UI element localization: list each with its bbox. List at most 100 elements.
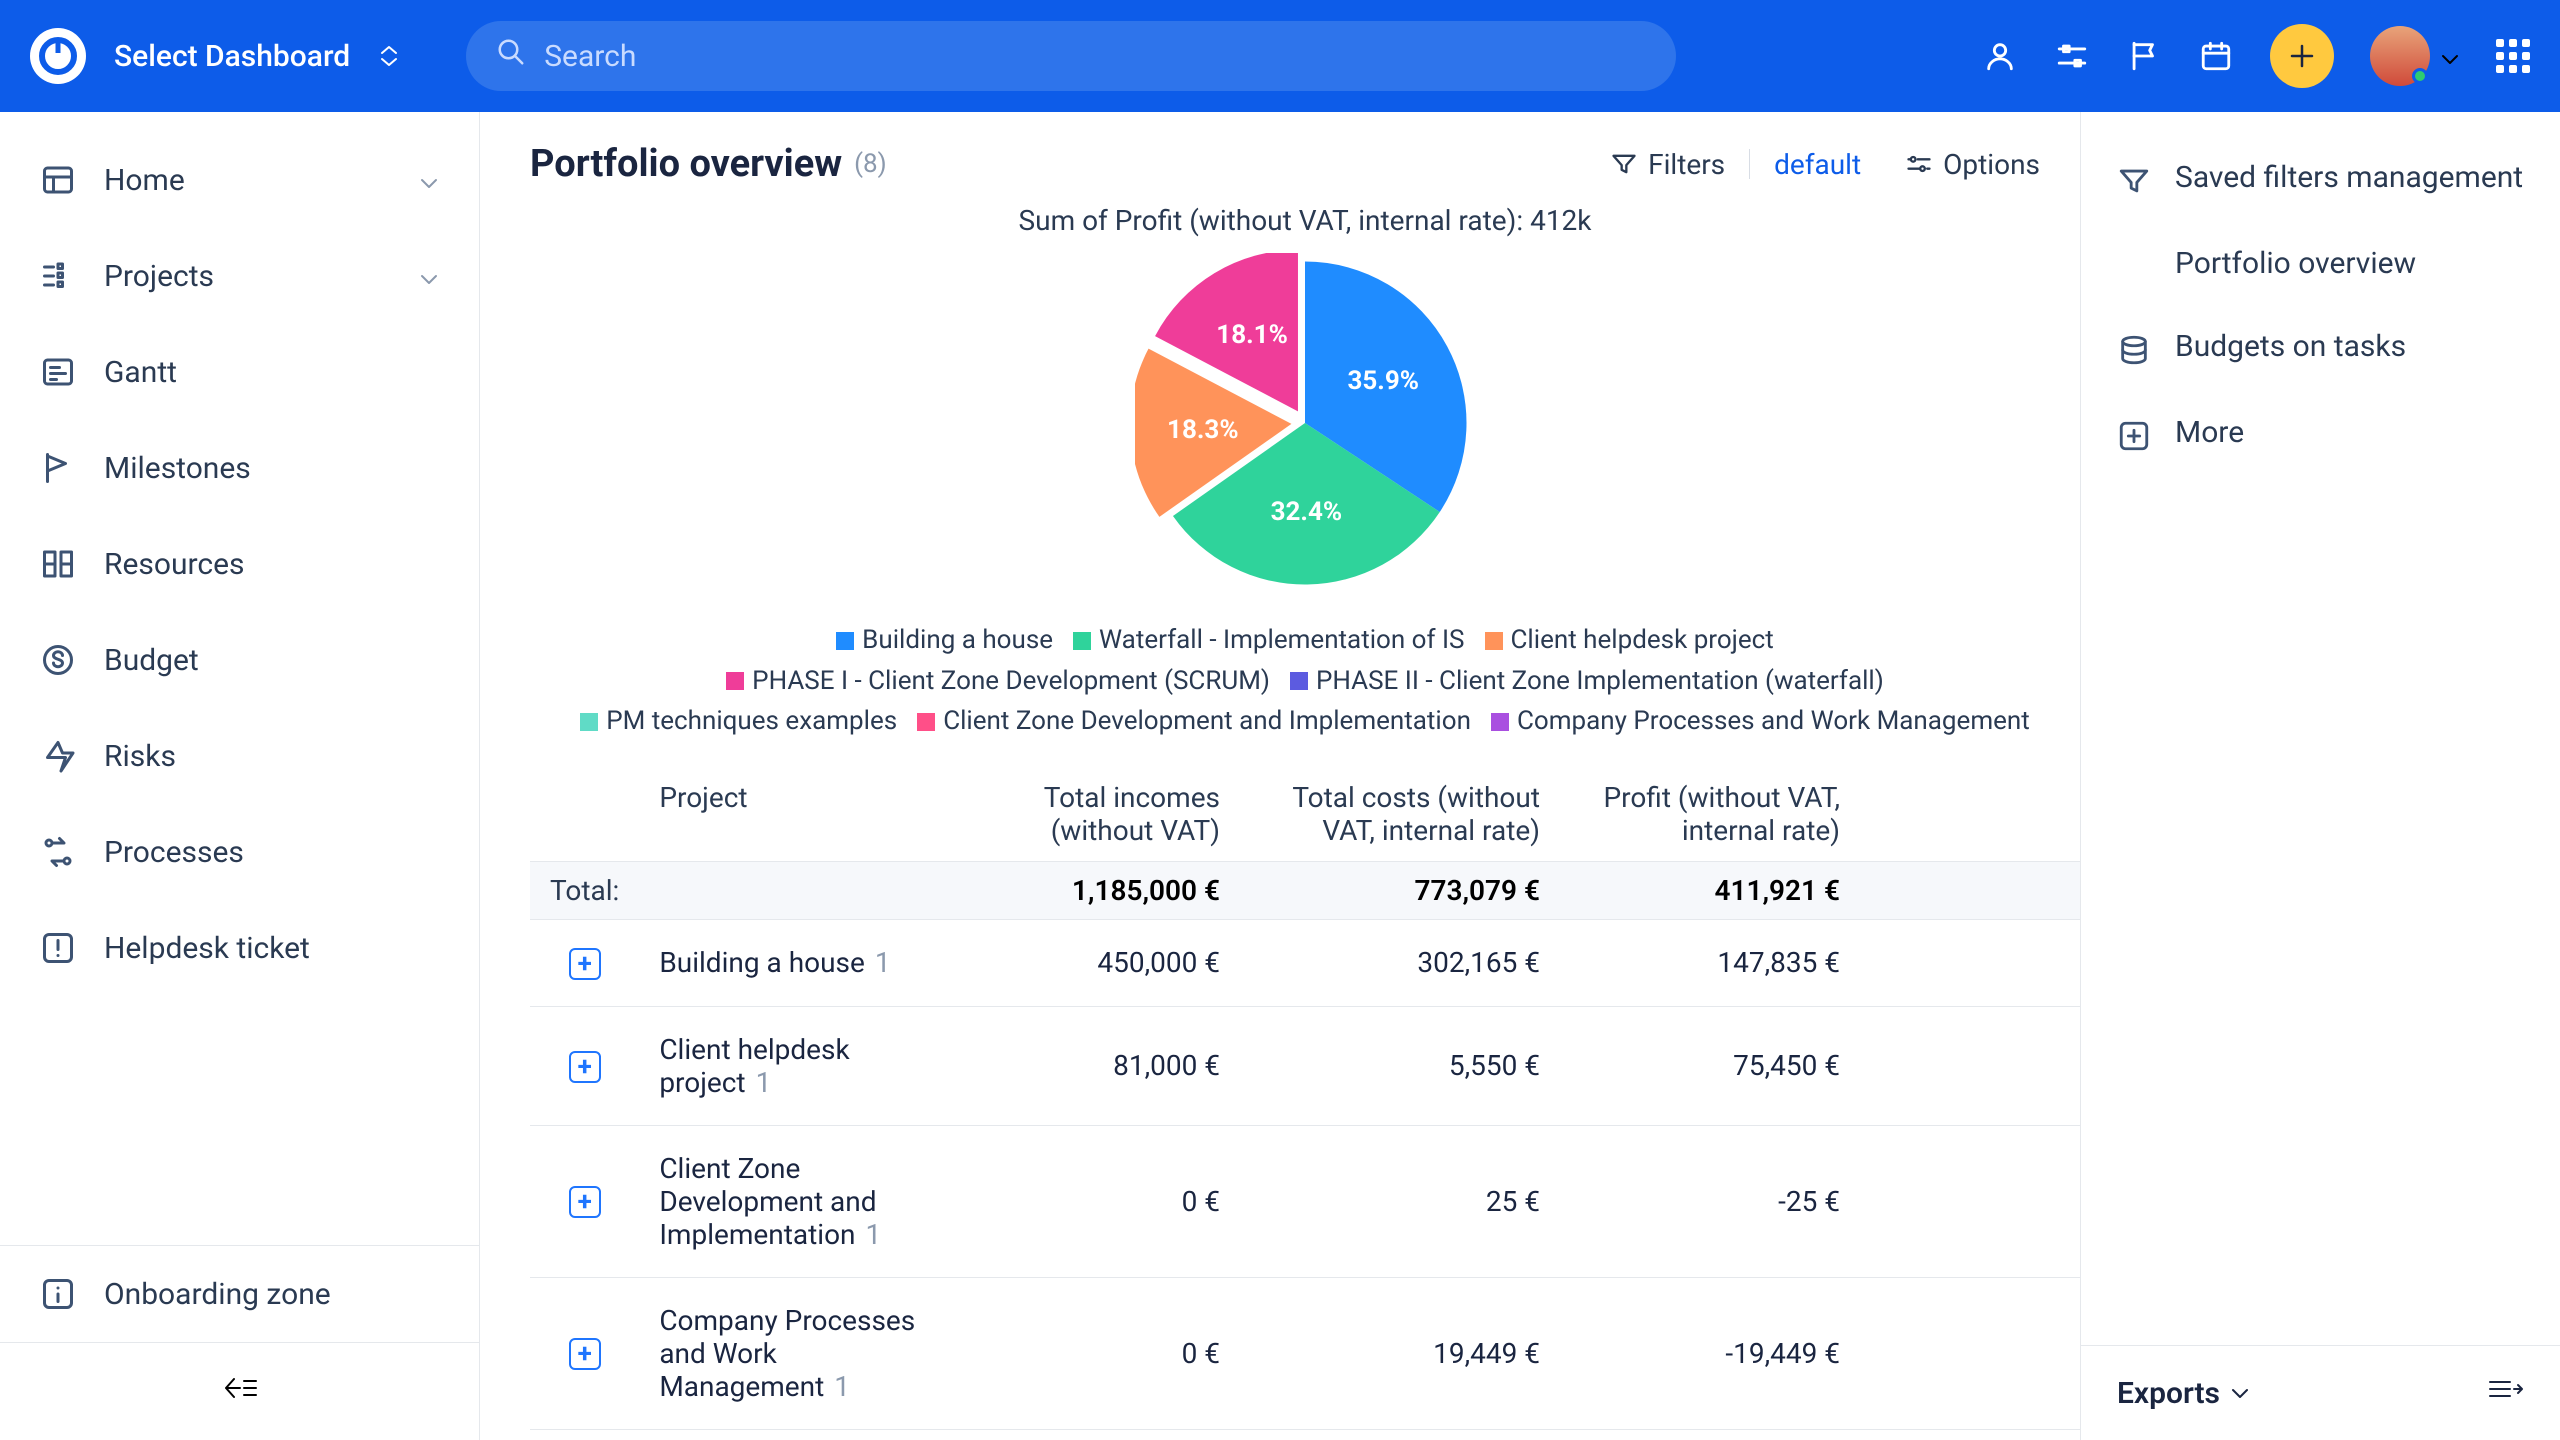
table-row[interactable]: + Client helpdesk project1 81,000 € 5,55… — [530, 1006, 2080, 1125]
cell-project: Building a house — [659, 946, 865, 979]
search-input[interactable]: Search — [466, 21, 1676, 91]
filter-icon — [2117, 164, 2151, 198]
sidebar-item-helpdesk-ticket[interactable]: Helpdesk ticket — [0, 900, 479, 996]
col-project[interactable]: Project — [639, 767, 940, 862]
sidebar-item-risks[interactable]: Risks — [0, 708, 479, 804]
sliders-icon[interactable] — [2054, 38, 2090, 74]
col-profit[interactable]: Profit (without VAT, internal rate) — [1560, 767, 1860, 862]
legend-item[interactable]: Company Processes and Work Management — [1491, 702, 2030, 741]
col-costs[interactable]: Total costs (without VAT, internal rate) — [1240, 767, 1560, 862]
legend-item[interactable]: PM techniques examples — [580, 702, 897, 741]
chevron-down-icon — [2440, 40, 2460, 73]
legend-item[interactable]: Client Zone Development and Implementati… — [917, 702, 1471, 741]
sidebar-item-budget[interactable]: Budget — [0, 612, 479, 708]
legend-item[interactable]: PHASE II - Client Zone Implementation (w… — [1290, 662, 1884, 701]
cell-project: Client helpdesk project — [659, 1033, 849, 1099]
calendar-icon[interactable] — [2198, 38, 2234, 74]
sidebar-item-label: Onboarding zone — [104, 1277, 439, 1312]
sidebar-item-label: Projects — [104, 259, 391, 294]
table-row[interactable]: + Client Zone Development and Implementa… — [530, 1125, 2080, 1277]
expand-row-button[interactable]: + — [569, 1186, 601, 1218]
legend-item[interactable]: Waterfall - Implementation of IS — [1073, 621, 1464, 660]
exports-button[interactable]: Exports — [2117, 1376, 2250, 1411]
add-button[interactable] — [2270, 24, 2334, 88]
updown-icon — [380, 45, 398, 67]
cell-incomes: 450,000 € — [940, 919, 1240, 1006]
budgets-label: Budgets on tasks — [2175, 329, 2406, 364]
table-row[interactable]: + Company Processes and Work Management1… — [530, 1277, 2080, 1429]
flag-icon[interactable] — [2126, 38, 2162, 74]
dashboard-selector-label: Select Dashboard — [114, 39, 350, 74]
filter-icon[interactable]: Filters — [1610, 148, 1725, 181]
sidebar-item-label: Helpdesk ticket — [104, 931, 439, 966]
col-incomes[interactable]: Total incomes (without VAT) — [940, 767, 1240, 862]
apps-grid-icon[interactable] — [2496, 39, 2530, 73]
sidebar-item-label: Milestones — [104, 451, 439, 486]
cell-profit: 75,450 € — [1560, 1006, 1860, 1125]
export-icon[interactable] — [2486, 1374, 2524, 1412]
dashboard-selector[interactable]: Select Dashboard — [114, 39, 398, 74]
portfolio-table: Project Total incomes (without VAT) Tota… — [530, 767, 2080, 1430]
cell-project: Client Zone Development and Implementati… — [659, 1152, 876, 1251]
projects-icon — [40, 258, 76, 294]
search-placeholder: Search — [544, 39, 636, 74]
legend-item[interactable]: Building a house — [836, 621, 1053, 660]
user-menu[interactable] — [2370, 26, 2460, 86]
legend-item[interactable]: Client helpdesk project — [1485, 621, 1774, 660]
budgets-link[interactable]: Budgets on tasks — [2081, 305, 2560, 391]
sidebar-item-label: Resources — [104, 547, 439, 582]
budget-icon — [40, 642, 76, 678]
sidebar-item-projects[interactable]: Projects — [0, 228, 479, 324]
table-row[interactable]: + Building a house1 450,000 € 302,165 € … — [530, 919, 2080, 1006]
legend-swatch — [1290, 672, 1308, 690]
sidebar-onboarding[interactable]: Onboarding zone — [0, 1245, 479, 1342]
pie-slice-label: 32.4% — [1271, 497, 1343, 527]
sidebar-item-resources[interactable]: Resources — [0, 516, 479, 612]
saved-filters-link[interactable]: Saved filters management — [2081, 136, 2560, 222]
cell-profit: -25 € — [1560, 1125, 1860, 1277]
sidebar-item-label: Processes — [104, 835, 439, 870]
sidebar-item-label: Gantt — [104, 355, 439, 390]
page-title: Portfolio overview — [530, 142, 842, 186]
legend-item[interactable]: PHASE I - Client Zone Development (SCRUM… — [726, 662, 1270, 701]
page-count: (8) — [854, 149, 887, 179]
expand-row-button[interactable]: + — [569, 1338, 601, 1370]
sidebar-item-home[interactable]: Home — [0, 132, 479, 228]
app-logo[interactable] — [30, 28, 86, 84]
info-icon — [40, 1276, 76, 1312]
cell-profit: 147,835 € — [1560, 919, 1860, 1006]
saved-filter-item[interactable]: Portfolio overview — [2081, 222, 2560, 305]
helpdesk-ticket-icon — [40, 930, 76, 966]
total-incomes: 1,185,000 € — [940, 861, 1240, 919]
legend-label: PHASE II - Client Zone Implementation (w… — [1316, 662, 1884, 701]
sidebar-item-label: Risks — [104, 739, 439, 774]
cell-costs: 5,550 € — [1240, 1006, 1560, 1125]
saved-filter-label: Portfolio overview — [2175, 246, 2416, 281]
sidebar-item-label: Home — [104, 163, 391, 198]
legend-label: Building a house — [862, 621, 1053, 660]
legend-label: PHASE I - Client Zone Development (SCRUM… — [752, 662, 1270, 701]
sidebar-item-milestones[interactable]: Milestones — [0, 420, 479, 516]
sidebar-item-processes[interactable]: Processes — [0, 804, 479, 900]
row-count: 1 — [834, 1370, 850, 1403]
plus-square-icon — [2117, 419, 2151, 453]
sidebar-item-gantt[interactable]: Gantt — [0, 324, 479, 420]
processes-icon — [40, 834, 76, 870]
cell-incomes: 81,000 € — [940, 1006, 1240, 1125]
cell-profit: -19,449 € — [1560, 1277, 1860, 1429]
options-button[interactable]: Options — [1905, 148, 2040, 181]
collapse-sidebar-icon[interactable] — [220, 1373, 260, 1410]
options-label: Options — [1943, 148, 2040, 181]
person-icon[interactable] — [1982, 38, 2018, 74]
expand-row-button[interactable]: + — [569, 1051, 601, 1083]
expand-row-button[interactable]: + — [569, 948, 601, 980]
default-filter-link[interactable]: default — [1774, 148, 1861, 181]
more-link[interactable]: More — [2081, 391, 2560, 477]
cell-costs: 19,449 € — [1240, 1277, 1560, 1429]
cell-incomes: 0 € — [940, 1125, 1240, 1277]
chart-title: Sum of Profit (without VAT, internal rat… — [530, 204, 2080, 237]
coins-icon — [2117, 333, 2151, 367]
pie-slice-label: 35.9% — [1347, 366, 1419, 396]
row-count: 1 — [756, 1066, 772, 1099]
legend-label: Waterfall - Implementation of IS — [1099, 621, 1464, 660]
